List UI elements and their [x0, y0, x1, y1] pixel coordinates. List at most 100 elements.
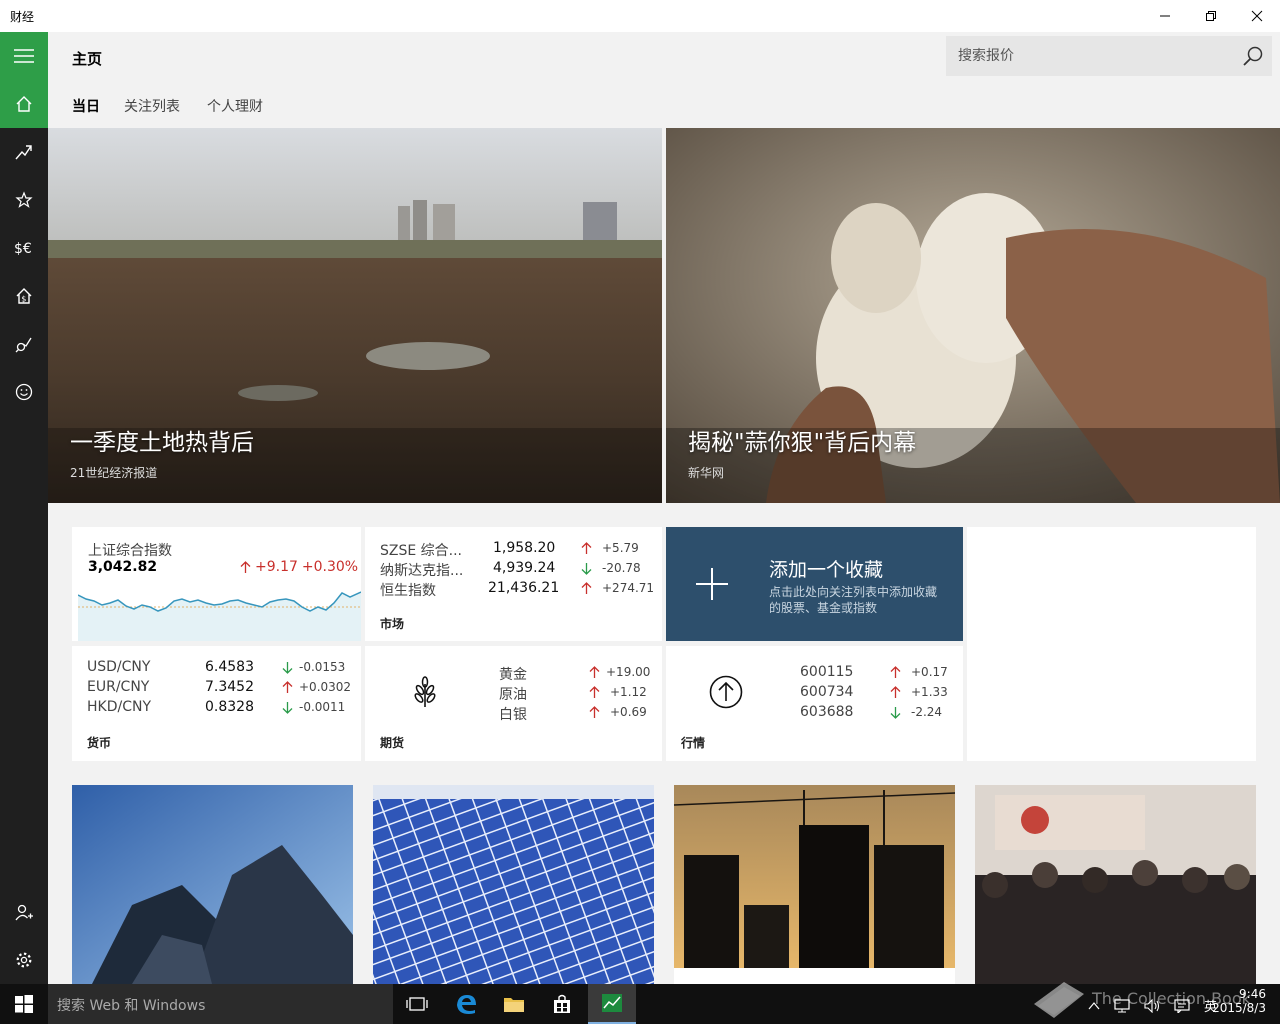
tile-label: 货币 [87, 736, 112, 750]
file-explorer-button[interactable] [490, 984, 538, 1024]
wheat-icon [414, 676, 436, 707]
sidebar-item-research[interactable] [0, 320, 48, 368]
market-value: 4,939.24 [493, 560, 556, 576]
futures-name: 白银 [499, 707, 527, 723]
market-name: SZSE 综合... [380, 543, 463, 559]
hero-caption: 揭秘"蒜你狠"背后内幕 [688, 430, 917, 456]
home-icon [16, 96, 32, 112]
minimize-button[interactable] [1142, 0, 1188, 32]
sidebar-item-watchlist[interactable] [0, 176, 48, 224]
solar-panels-photo [373, 785, 654, 984]
task-view-icon [406, 997, 428, 1011]
futures-change: +0.69 [610, 705, 647, 719]
gear-icon [16, 952, 32, 968]
taskbar-search-placeholder: 搜索 Web 和 Windows [57, 998, 206, 1014]
add-user-icon [15, 904, 33, 921]
market-tile[interactable]: SZSE 综合... 1,958.20 +5.79 纳斯达克指... 4,939… [365, 527, 662, 641]
network-icon[interactable] [1114, 998, 1130, 1013]
arrow-up-icon [240, 560, 251, 573]
sidebar-item-account[interactable] [0, 888, 48, 936]
currency-tile[interactable]: USD/CNY 6.4583 -0.0153 EUR/CNY 7.3452 +0… [72, 646, 361, 761]
sidebar-item-feedback[interactable] [0, 368, 48, 416]
news-card[interactable] [674, 785, 955, 984]
start-button[interactable] [0, 984, 48, 1024]
sidebar-item-currency[interactable]: $€ [0, 224, 48, 272]
stock-change: +0.17 [911, 665, 948, 679]
hamburger-menu-button[interactable] [0, 32, 48, 80]
news-card[interactable] [72, 785, 353, 984]
finance-app-button[interactable] [588, 984, 636, 1024]
currency-change: -0.0011 [299, 700, 346, 714]
edge-browser-button[interactable] [442, 984, 490, 1024]
title-bar: 财经 [0, 0, 1280, 32]
notification-icon[interactable] [1174, 998, 1190, 1013]
circle-arrow-up-icon [709, 675, 743, 709]
tab-today[interactable]: 当日 [72, 96, 100, 116]
sidebar-item-home[interactable] [0, 80, 48, 128]
sidebar-item-settings[interactable] [0, 936, 48, 984]
news-card[interactable] [373, 785, 654, 984]
folder-icon [504, 998, 524, 1012]
market-value: 21,436.21 [488, 580, 560, 596]
close-button[interactable] [1234, 0, 1280, 32]
currency-pair: USD/CNY [87, 659, 151, 675]
arrow-up-icon [589, 665, 600, 678]
add-favorite-tile[interactable]: 添加一个收藏 点击此处向关注列表中添加收藏 的股票、基金或指数 [666, 527, 963, 641]
page-title: 主页 [72, 50, 103, 68]
index-sparkline [78, 591, 361, 641]
search-button[interactable] [1242, 45, 1264, 71]
currency-rate: 6.4583 [205, 659, 254, 675]
arrow-down-icon [890, 706, 901, 719]
arrow-down-icon [282, 701, 293, 714]
market-change: +5.79 [602, 541, 639, 555]
plus-icon [696, 568, 728, 600]
chevron-up-icon[interactable] [1088, 1001, 1100, 1011]
sidebar-item-mortgage[interactable]: $ [0, 272, 48, 320]
futures-tile[interactable]: 黄金 +19.00 原油 +1.12 白银 +0.69 期货 [365, 646, 662, 761]
tile-label: 行情 [681, 736, 706, 750]
stock-code: 600115 [800, 664, 854, 680]
crowd-photo [975, 785, 1256, 984]
task-view-button[interactable] [393, 984, 441, 1024]
currency-icon: $€ [14, 241, 32, 257]
futures-change: +19.00 [606, 665, 651, 679]
hero-caption: 一季度土地热背后 [70, 430, 254, 456]
quote-search-box[interactable] [946, 36, 1272, 76]
restore-button[interactable] [1188, 0, 1234, 32]
futures-name: 黄金 [499, 667, 527, 683]
hamburger-icon [14, 49, 34, 63]
clock[interactable]: 9:46 2015/8/3 [1206, 987, 1266, 1015]
market-name: 恒生指数 [380, 583, 436, 599]
market-change: +274.71 [602, 581, 655, 595]
hero-source: 21世纪经济报道 [70, 466, 158, 480]
taskbar-search-box[interactable]: 搜索 Web 和 Windows [48, 984, 393, 1024]
quotes-tile[interactable]: 600115 +0.17 600734 +1.33 603688 -2.24 行… [666, 646, 963, 761]
stock-code: 603688 [800, 704, 854, 720]
tab-personal-finance[interactable]: 个人理财 [207, 96, 263, 116]
trend-up-icon [15, 145, 32, 160]
page-header: 主页 当日 关注列表 个人理财 [48, 32, 1280, 128]
house-money-icon: $ [16, 288, 32, 304]
tile-label: 市场 [380, 617, 405, 631]
add-favorite-desc: 点击此处向关注列表中添加收藏 [769, 585, 938, 599]
tile-label: 期货 [380, 736, 405, 750]
construction-photo [674, 785, 955, 968]
nav-sidebar: $€ $ [0, 32, 48, 984]
search-input[interactable] [946, 36, 1236, 76]
chart-search-icon [15, 337, 32, 353]
hero-article-land[interactable]: 一季度土地热背后 21世纪经济报道 [48, 128, 662, 503]
hero-article-garlic[interactable]: 揭秘"蒜你狠"背后内幕 新华网 [666, 128, 1280, 503]
restore-icon [1206, 11, 1216, 21]
sidebar-item-markets[interactable] [0, 128, 48, 176]
hero-source: 新华网 [688, 466, 725, 480]
market-change: -20.78 [602, 561, 641, 575]
news-card[interactable] [975, 785, 1256, 984]
currency-pair: EUR/CNY [87, 679, 150, 695]
store-button[interactable] [538, 984, 586, 1024]
index-tile[interactable]: 上证综合指数 3,042.82 +9.17 +0.30% [72, 527, 361, 641]
tab-watchlist[interactable]: 关注列表 [124, 96, 180, 116]
arrow-up-icon [890, 685, 901, 698]
currency-change: -0.0153 [299, 660, 346, 674]
edge-icon [457, 995, 476, 1014]
volume-icon[interactable] [1144, 998, 1160, 1013]
